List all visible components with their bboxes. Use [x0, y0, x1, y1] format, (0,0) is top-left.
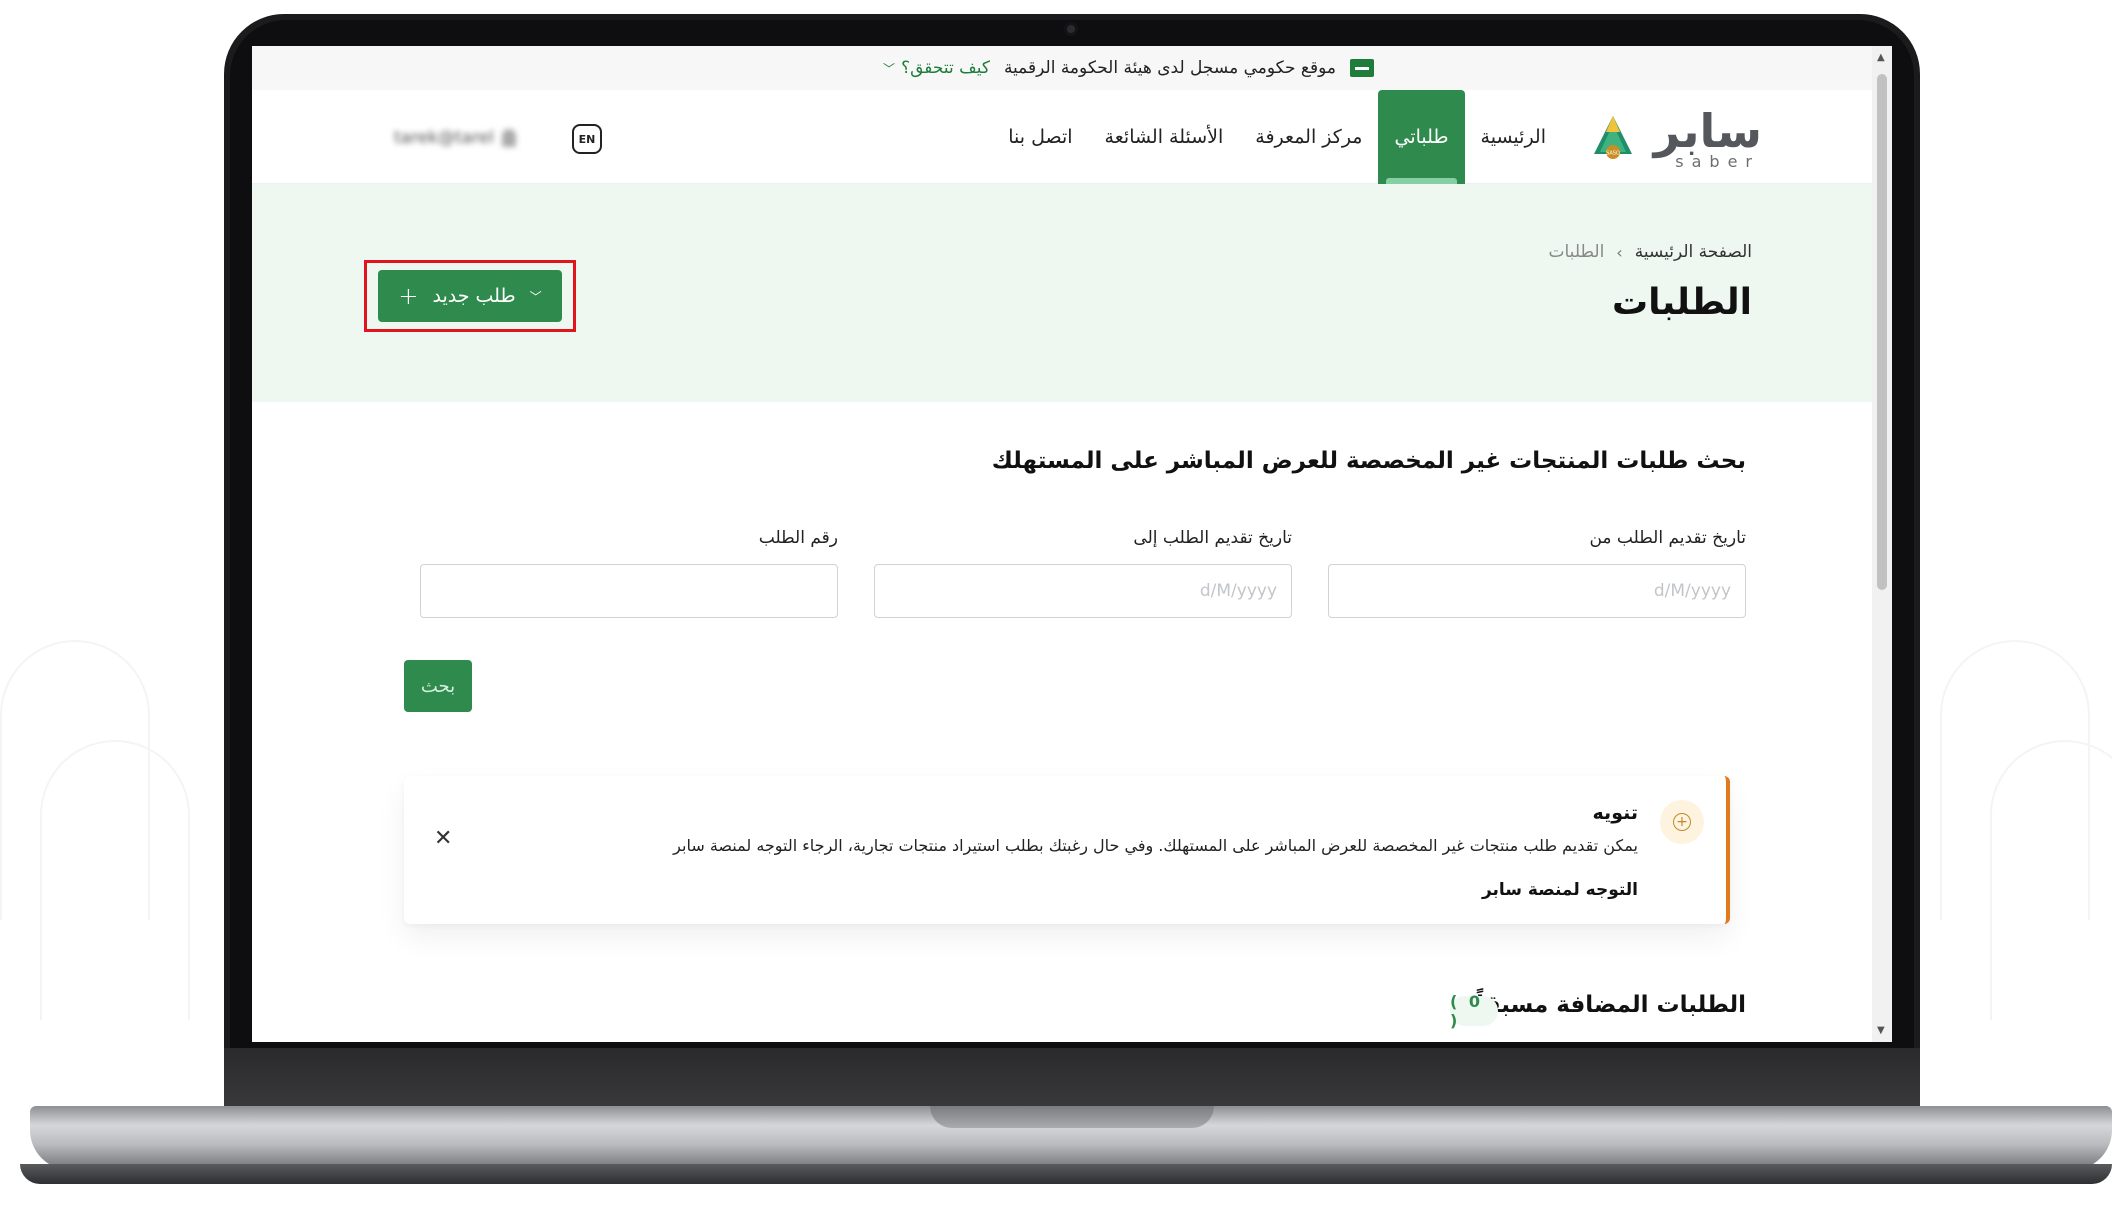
browser-viewport: موقع حكومي مسجل لدى هيئة الحكومة الرقمية… [252, 46, 1892, 1042]
new-request-button[interactable]: + طلب جديد ﹀ [378, 270, 562, 322]
chevron-down-icon: ﹀ [883, 61, 896, 76]
user-icon [501, 129, 516, 147]
how-to-verify-link[interactable]: كيف تتحقق؟ ﹀ [883, 58, 990, 78]
date-from-input[interactable] [1328, 564, 1746, 618]
close-icon[interactable]: ✕ [434, 826, 452, 851]
notice-icon-container: + [1660, 800, 1704, 844]
camera-icon [1064, 22, 1078, 36]
saber-logo[interactable]: سابر saber SASO [1592, 104, 1762, 171]
search-button[interactable]: بحث [404, 660, 472, 712]
laptop-bezel-bottom [224, 1048, 1920, 1112]
scroll-down-icon[interactable]: ▼ [1877, 1025, 1885, 1036]
saso-logo-icon: SASO [1594, 116, 1632, 159]
date-to-label: تاريخ تقديم الطلب إلى [1133, 528, 1292, 548]
main-navigation: سابر saber SASO الرئيسية طلباتي مركز الم… [252, 90, 1872, 184]
logo-badge-text: SASO [1606, 151, 1620, 157]
request-number-label: رقم الطلب [758, 528, 838, 548]
date-to-input[interactable] [874, 564, 1292, 618]
page-scrollbar[interactable]: ▲ ▼ [1872, 46, 1892, 1042]
page-title: الطلبات [1611, 282, 1752, 323]
language-toggle-button[interactable]: EN [572, 124, 602, 154]
laptop-notch [930, 1106, 1214, 1128]
nav-item-my-requests[interactable]: طلباتي [1378, 90, 1465, 184]
notice-title: تنويه [1592, 802, 1638, 824]
nav-item-faq[interactable]: الأسئلة الشائعة [1089, 90, 1240, 184]
laptop-base-foot [20, 1164, 2112, 1184]
request-number-input[interactable] [420, 564, 838, 618]
plus-icon: + [398, 282, 419, 310]
saudi-flag-icon [1350, 59, 1374, 77]
user-email: tarek@tarel [394, 128, 494, 148]
scroll-up-icon[interactable]: ▲ [1877, 52, 1885, 63]
logo-wordmark: سابر [1653, 104, 1762, 158]
previous-requests-title: الطلبات المضافة مسبقاً [1476, 992, 1746, 1018]
nav-item-home[interactable]: الرئيسية [1465, 90, 1562, 184]
previous-requests-count-badge: ( 0 ) [1450, 992, 1498, 1030]
how-to-verify-label: كيف تتحقق؟ [901, 58, 990, 78]
new-request-label: طلب جديد [432, 285, 516, 307]
logo-subtitle: saber [1675, 152, 1760, 171]
notice-body: يمكن تقديم طلب منتجات غير المخصصة للعرض … [673, 836, 1638, 855]
chevron-down-icon: ﹀ [529, 289, 542, 304]
scrollbar-thumb[interactable] [1877, 74, 1887, 590]
breadcrumb-separator-icon: ‹ [1616, 242, 1623, 262]
gov-verification-bar: موقع حكومي مسجل لدى هيئة الحكومة الرقمية… [252, 46, 1872, 90]
gov-verification-text: موقع حكومي مسجل لدى هيئة الحكومة الرقمية [1003, 58, 1336, 78]
date-from-label: تاريخ تقديم الطلب من [1589, 528, 1746, 548]
nav-item-knowledge-center[interactable]: مركز المعرفة [1239, 90, 1378, 184]
breadcrumb-current: الطلبات [1548, 242, 1605, 262]
nav-item-contact-us[interactable]: اتصل بنا [992, 90, 1088, 184]
go-to-saber-link[interactable]: التوجه لمنصة سابر [1482, 880, 1638, 900]
info-circle-icon: + [1673, 813, 1691, 831]
breadcrumb: الصفحة الرئيسية ‹ الطلبات [1549, 242, 1753, 262]
user-menu[interactable]: tarek@tarel [394, 128, 516, 148]
breadcrumb-home-link[interactable]: الصفحة الرئيسية [1635, 242, 1752, 262]
notice-alert: + تنويه يمكن تقديم طلب منتجات غير المخصص… [404, 776, 1730, 924]
nav-items: الرئيسية طلباتي مركز المعرفة الأسئلة الش… [992, 90, 1562, 184]
search-section-title: بحث طلبات المنتجات غير المخصصة للعرض الم… [991, 448, 1746, 474]
